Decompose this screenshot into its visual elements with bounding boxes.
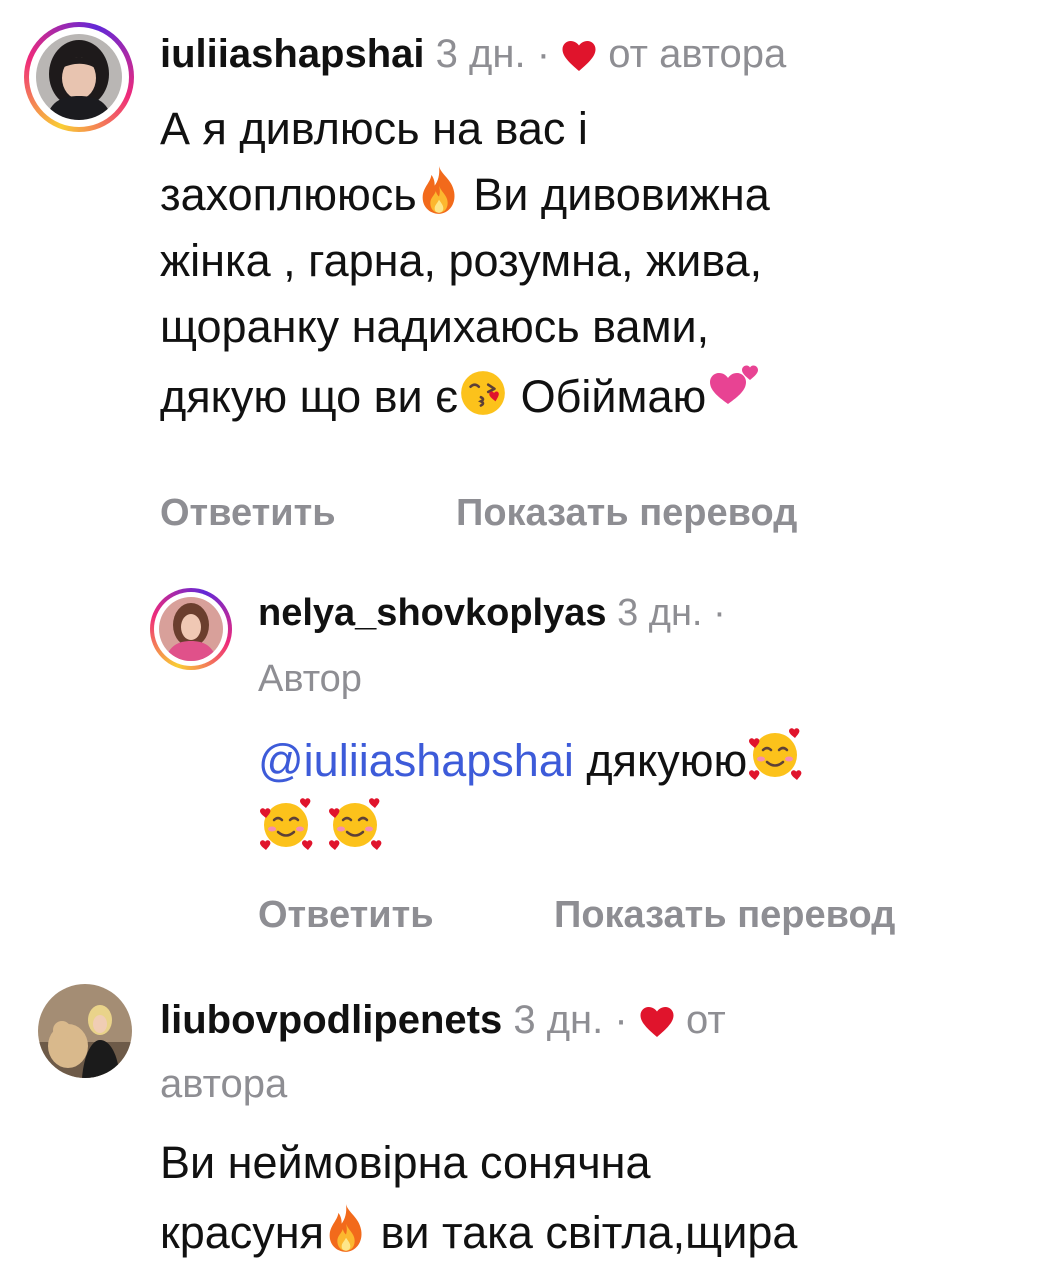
heart-icon (561, 39, 597, 73)
text-line: @iuliiashapshai дякуюю (258, 726, 803, 796)
text-line: Ви неймовірна сонячна (160, 1137, 651, 1188)
text-line: красуня ви така світла,щира (160, 1198, 797, 1268)
text-line: А я дивлюсь на вас і (160, 103, 588, 154)
separator: · (713, 592, 726, 634)
timestamp: 3 дн. (617, 592, 703, 634)
avatar[interactable] (36, 34, 122, 120)
show-translation-button[interactable]: Показать перевод (554, 896, 895, 934)
fire-emoji (324, 1202, 368, 1254)
comment-text: @iuliiashapshai дякуюю (258, 726, 803, 866)
separator: · (536, 32, 551, 76)
smiling-face-with-hearts-emoji (258, 796, 314, 852)
comment-3: liubovpodlipenets 3 дн. · от автора Ви н… (0, 960, 1060, 1280)
timestamp: 3 дн. (513, 998, 604, 1042)
username[interactable]: nelya_shovkoplyas (258, 592, 607, 634)
text-line: захоплююсь Ви дивовижна (160, 162, 770, 228)
text-line: дякую що ви є Обіймаю (160, 360, 770, 430)
fire-emoji (417, 164, 461, 216)
author-badge: Автор (258, 658, 362, 700)
comment-meta: nelya_shovkoplyas 3 дн. · (258, 594, 726, 632)
comment-2-reply: nelya_shovkoplyas 3 дн. · Автор @iuliias… (0, 560, 1060, 960)
avatar[interactable] (38, 984, 132, 1078)
face-blowing-kiss-emoji (458, 368, 508, 418)
comment-meta: liubovpodlipenets 3 дн. · от (160, 1000, 726, 1040)
text-line: щоранку надихаюсь вами, (160, 301, 710, 352)
mention-link[interactable]: @iuliiashapshai (258, 735, 574, 786)
reply-button[interactable]: Ответить (160, 494, 336, 532)
heart-icon (639, 1005, 675, 1039)
liked-by-author-label: от автора (608, 32, 787, 76)
liked-by-author-label-cont: автора (160, 1062, 288, 1106)
liked-by-author-label: от (685, 998, 726, 1042)
smiling-face-with-hearts-emoji (327, 796, 383, 852)
smiling-face-with-hearts-emoji (747, 726, 803, 782)
two-hearts-emoji (706, 360, 762, 408)
timestamp: 3 дн. (435, 32, 526, 76)
comment-meta: iuliiashapshai 3 дн. · от автора (160, 34, 786, 74)
comment-1: iuliiashapshai 3 дн. · от автора А я див… (0, 0, 1060, 560)
comment-text: А я дивлюсь на вас і захоплююсь Ви дивов… (160, 96, 770, 430)
show-translation-button[interactable]: Показать перевод (456, 494, 797, 532)
username[interactable]: iuliiashapshai (160, 32, 425, 76)
separator: · (614, 998, 628, 1042)
text-line (258, 796, 803, 866)
avatar[interactable] (159, 597, 223, 661)
text-line: жінка , гарна, розумна, жива, (160, 235, 763, 286)
username[interactable]: liubovpodlipenets (160, 998, 502, 1042)
reply-button[interactable]: Ответить (258, 896, 434, 934)
comment-text: Ви неймовірна сонячна красуня ви така св… (160, 1128, 797, 1268)
